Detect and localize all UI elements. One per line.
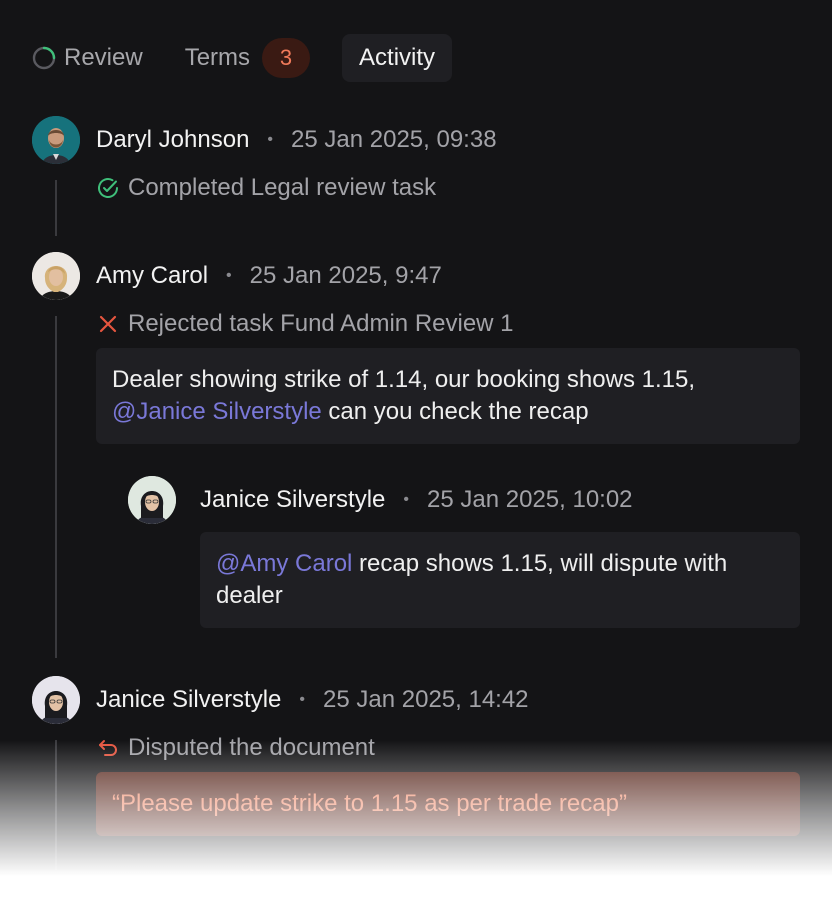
activity-action: Disputed the document: [96, 732, 375, 764]
action-text: Completed Legal review task: [128, 174, 437, 201]
check-circle-icon: [98, 178, 118, 198]
timeline-connector: [55, 740, 57, 870]
tab-review[interactable]: Review: [32, 34, 143, 82]
action-text: Rejected task Fund Admin Review 1: [128, 310, 514, 337]
reply-bubble: @Amy Carol recap shows 1.15, will disput…: [200, 532, 800, 628]
activity-header: Amy Carol • 25 Jan 2025, 9:47: [96, 260, 442, 292]
loading-spinner-icon: [32, 46, 56, 70]
avatar-portrait: [32, 252, 80, 300]
timeline-connector: [55, 180, 57, 236]
avatar-portrait: [32, 676, 80, 724]
comment-text: can you check the recap: [321, 398, 589, 425]
activity-header: Janice Silverstyle • 25 Jan 2025, 14:42: [96, 684, 529, 716]
timestamp: 25 Jan 2025, 9:47: [249, 262, 442, 289]
tab-activity[interactable]: Activity: [342, 34, 453, 82]
author-name[interactable]: Amy Carol: [96, 262, 208, 290]
timestamp: 25 Jan 2025, 09:38: [291, 126, 497, 153]
author-name[interactable]: Janice Silverstyle: [200, 486, 385, 514]
separator-dot: •: [403, 491, 410, 508]
avatar-portrait: [32, 116, 80, 164]
separator-dot: •: [267, 131, 274, 148]
timeline-connector: [55, 316, 57, 658]
comment-text: Dealer showing strike of 1.14, our booki…: [112, 366, 695, 393]
activity-action: Rejected task Fund Admin Review 1: [96, 308, 514, 340]
separator-dot: •: [226, 267, 232, 284]
timestamp: 25 Jan 2025, 10:02: [427, 486, 633, 513]
author-name[interactable]: Daryl Johnson: [96, 126, 249, 154]
activity-action: Completed Legal review task: [96, 172, 436, 204]
action-text: Disputed the document: [128, 734, 375, 761]
avatar[interactable]: [32, 676, 80, 724]
tab-bar: Review Terms 3 Activity: [32, 34, 453, 82]
comment-bubble: Dealer showing strike of 1.14, our booki…: [96, 348, 800, 444]
mention-link[interactable]: @Amy Carol: [216, 550, 352, 577]
activity-header: Daryl Johnson • 25 Jan 2025, 09:38: [96, 124, 497, 156]
undo-arrow-icon: [99, 740, 117, 756]
timestamp: 25 Jan 2025, 14:42: [323, 686, 529, 713]
reply-header: Janice Silverstyle • 25 Jan 2025, 10:02: [200, 484, 633, 516]
avatar[interactable]: [32, 116, 80, 164]
tab-terms-label: Terms: [184, 44, 251, 71]
avatar-portrait: [128, 476, 176, 524]
tab-terms[interactable]: Terms 3: [184, 34, 311, 82]
separator-dot: •: [299, 691, 306, 708]
tab-activity-label: Activity: [359, 44, 436, 71]
tab-review-label: Review: [64, 44, 143, 71]
avatar[interactable]: [32, 252, 80, 300]
close-x-icon: [99, 315, 117, 333]
avatar[interactable]: [128, 476, 176, 524]
mention-link[interactable]: @Janice Silverstyle: [112, 398, 322, 425]
terms-count-badge: 3: [262, 38, 311, 78]
author-name[interactable]: Janice Silverstyle: [96, 686, 281, 714]
dispute-quote: “Please update strike to 1.15 as per tra…: [96, 772, 800, 836]
